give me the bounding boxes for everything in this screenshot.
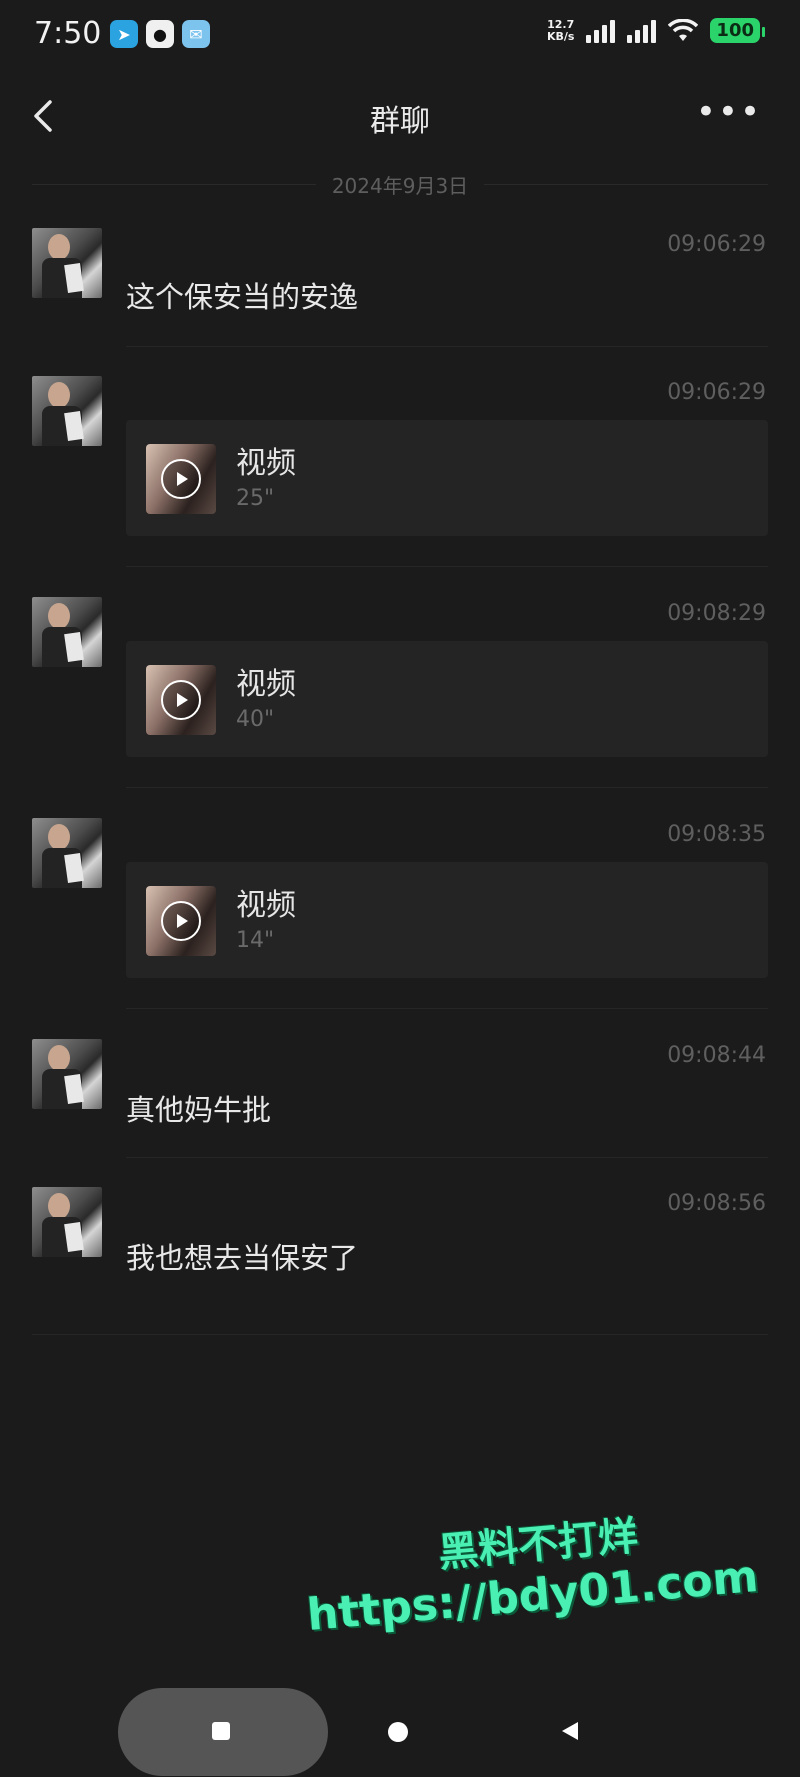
status-bar: 7:50 ➤ ● ✉ 12.7 KB/s 100 [0,0,800,70]
divider [484,183,769,185]
telegram-icon: ➤ [110,20,138,48]
video-duration: 14" [236,928,275,953]
more-options-icon[interactable]: ••• [696,95,762,129]
video-thumbnail [146,665,216,735]
message-time: 09:06:29 [667,380,766,405]
message-time: 09:06:29 [667,232,766,257]
mail-icon: ✉ [182,20,210,48]
system-status: 12.7 KB/s 100 [546,17,765,43]
divider [126,1157,768,1158]
divider [126,1008,768,1009]
chat-header: 群聊 ••• [0,70,800,160]
network-speed: 12.7 KB/s [546,17,575,43]
divider [32,1334,768,1335]
avatar[interactable] [32,228,102,298]
divider [126,787,768,788]
video-label: 视频 [236,888,296,923]
play-icon [161,459,201,499]
message-text: 真他妈牛批 [126,1093,272,1127]
status-time: 7:50 [34,16,102,51]
back-button[interactable] [562,1722,578,1740]
message-time: 09:08:35 [667,822,766,847]
video-label: 视频 [236,667,296,702]
avatar[interactable] [32,597,102,667]
divider [32,183,316,185]
network-speed-unit: KB/s [546,29,575,43]
message-time: 09:08:29 [667,601,766,626]
divider [126,346,768,347]
recent-apps-button[interactable] [212,1722,230,1740]
video-thumbnail [146,886,216,956]
date-label: 2024年9月3日 [331,173,469,198]
video-message-card[interactable]: 视频 14" [126,862,768,978]
page-title: 群聊 [370,104,430,139]
avatar[interactable] [32,1187,102,1257]
avatar[interactable] [32,818,102,888]
date-separator: 2024年9月3日 [32,170,769,198]
message-time: 09:08:56 [667,1191,766,1216]
signal-2-icon [627,19,657,43]
message-text: 这个保安当的安逸 [126,280,359,314]
video-duration: 25" [236,486,275,511]
play-icon [161,901,201,941]
avatar[interactable] [32,376,102,446]
watermark: 黑料不打烊 https://bdy01.com [305,1490,794,1641]
video-message-card[interactable]: 视频 25" [126,420,768,536]
message-text: 我也想去当保安了 [126,1241,359,1275]
avatar[interactable] [32,1039,102,1109]
qq-icon: ● [146,20,174,48]
signal-1-icon [586,19,616,43]
divider [126,566,768,567]
video-label: 视频 [236,446,296,481]
home-button[interactable] [388,1722,408,1742]
play-icon [161,680,201,720]
system-navigation-bar [0,1680,800,1777]
video-thumbnail [146,444,216,514]
message-time: 09:08:44 [667,1043,766,1068]
battery-indicator: 100 [710,18,765,43]
wifi-icon [668,18,699,41]
video-duration: 40" [236,707,275,732]
network-speed-value: 12.7 [547,17,575,31]
notification-icons: ➤ ● ✉ [110,20,210,48]
video-message-card[interactable]: 视频 40" [126,641,768,757]
